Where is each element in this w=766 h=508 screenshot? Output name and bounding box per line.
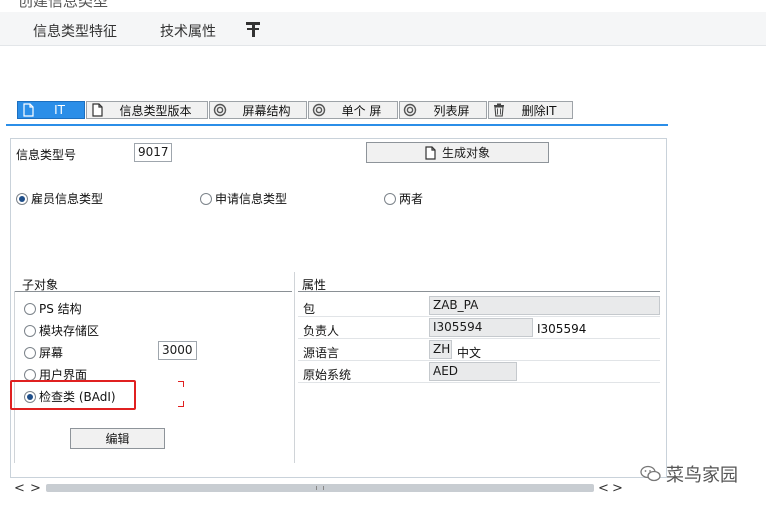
radio-button-icon — [312, 102, 326, 118]
row-divider — [298, 382, 660, 383]
tab-label: 单个 屏 — [341, 103, 382, 118]
owner-field: I305594 — [429, 318, 533, 337]
tab-label: IT — [54, 103, 65, 117]
radio-label: 屏幕 — [39, 346, 64, 360]
window-title: 创建信息类型 — [18, 0, 109, 10]
radio-unselected-icon — [200, 192, 212, 205]
attributes-divider — [298, 291, 660, 292]
tab-it[interactable]: IT — [17, 101, 85, 119]
source-language-field: ZH — [429, 340, 452, 359]
row-divider — [298, 360, 660, 361]
tab-label: 屏幕结构 — [242, 103, 291, 118]
generate-objects-button[interactable]: 生成对象 — [366, 142, 549, 163]
original-system-label: 原始系统 — [303, 368, 352, 382]
radio-label: PS 结构 — [39, 302, 82, 316]
radio-module-pool[interactable]: 模块存储区 — [24, 322, 99, 339]
radio-label: 雇员信息类型 — [31, 192, 104, 206]
radio-applicant-infotype[interactable]: 申请信息类型 — [200, 190, 287, 207]
radio-unselected-icon — [24, 368, 36, 381]
tab-delete-it[interactable]: 删除IT — [488, 101, 573, 119]
tab-label: 删除IT — [521, 103, 557, 118]
tab-single-screen[interactable]: 单个 屏 — [308, 101, 398, 119]
highlight-bracket — [178, 401, 184, 407]
subobjects-left-border — [14, 291, 15, 463]
wechat-icon — [640, 465, 662, 483]
document-icon — [21, 102, 35, 118]
scroll-first-icon[interactable]: < — [14, 481, 25, 496]
scroll-right-end-icon[interactable]: > — [612, 481, 623, 496]
tab-label: 列表屏 — [433, 103, 470, 118]
radio-selected-icon — [16, 192, 28, 205]
radio-ps-structure[interactable]: PS 结构 — [24, 300, 82, 317]
radio-screen[interactable]: 屏幕 — [24, 344, 63, 361]
row-divider — [298, 316, 660, 317]
tab-label: 信息类型版本 — [119, 103, 192, 118]
radio-unselected-icon — [24, 324, 36, 337]
generate-objects-label: 生成对象 — [441, 146, 490, 160]
watermark: 菜鸟家园 — [640, 461, 738, 487]
document-icon — [90, 102, 104, 118]
radio-button-icon — [403, 102, 417, 118]
infotype-number-label: 信息类型号 — [16, 148, 77, 162]
edit-button[interactable]: 编辑 — [70, 428, 165, 449]
watermark-text: 菜鸟家园 — [666, 465, 738, 486]
trash-icon — [492, 102, 506, 118]
screen-number-field[interactable]: 3000 — [158, 341, 197, 360]
window-title-strip: 创建信息类型 — [0, 0, 766, 12]
radio-label: 申请信息类型 — [215, 192, 288, 206]
tab-list-screen[interactable]: 列表屏 — [399, 101, 487, 119]
tab-infotype-version[interactable]: 信息类型版本 — [86, 101, 208, 119]
original-system-field: AED — [429, 362, 517, 381]
package-label: 包 — [303, 302, 316, 316]
radio-label: 两者 — [399, 192, 424, 206]
infotype-number-field[interactable]: 9017 — [134, 143, 172, 162]
tab-screen-structure[interactable]: 屏幕结构 — [209, 101, 307, 119]
document-icon — [425, 145, 436, 160]
radio-both[interactable]: 两者 — [384, 190, 423, 207]
highlight-bracket — [178, 381, 184, 387]
group-separator — [294, 272, 295, 463]
package-field: ZAB_PA — [429, 296, 660, 315]
highlight-annotation — [10, 380, 136, 410]
subobjects-divider — [14, 291, 292, 292]
scroll-right-icon[interactable]: > — [30, 481, 41, 496]
source-language-label: 源语言 — [303, 346, 340, 360]
owner-label: 负责人 — [303, 324, 340, 338]
radio-unselected-icon — [384, 192, 396, 205]
row-divider — [298, 338, 660, 339]
menu-item-infotype-characteristics[interactable]: 信息类型特征 — [33, 21, 117, 41]
more-menu-icon[interactable] — [244, 19, 262, 39]
menu-item-technical-attributes[interactable]: 技术属性 — [160, 21, 216, 41]
radio-unselected-icon — [24, 302, 36, 315]
menu-bar: 信息类型特征 技术属性 — [0, 12, 766, 46]
scroll-left-icon[interactable]: < — [598, 481, 609, 496]
owner-name: I305594 — [537, 322, 587, 336]
radio-unselected-icon — [24, 346, 36, 359]
radio-employee-infotype[interactable]: 雇员信息类型 — [16, 190, 103, 207]
tab-underline — [6, 124, 668, 126]
radio-label: 模块存储区 — [39, 324, 100, 338]
radio-button-icon — [213, 102, 227, 118]
scrollbar-thumb[interactable] — [46, 484, 594, 492]
source-language-name: 中文 — [457, 346, 482, 360]
